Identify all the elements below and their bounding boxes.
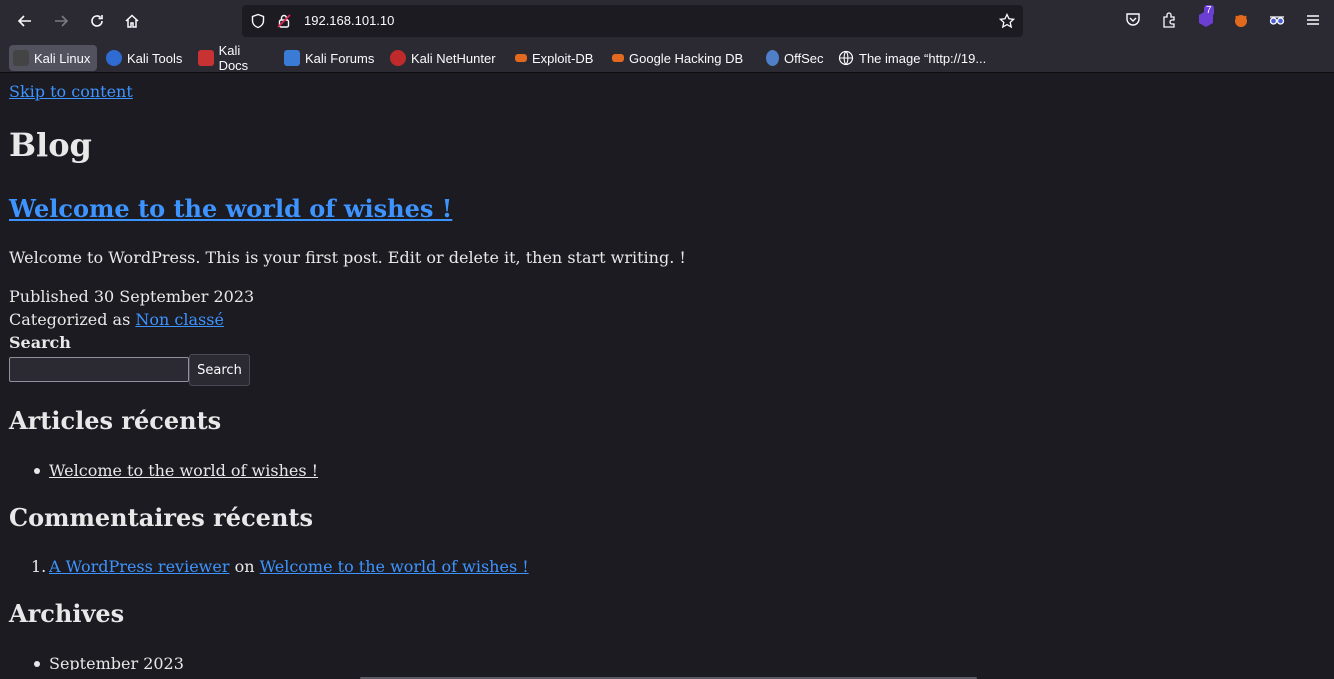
ghdb-icon xyxy=(612,54,624,62)
archives-heading: Archives xyxy=(9,599,125,628)
extension-hexagon-button[interactable]: 7 xyxy=(1196,5,1216,29)
search-label: Search xyxy=(9,333,71,352)
arrow-left-icon xyxy=(17,15,31,27)
shield-icon[interactable] xyxy=(250,13,266,29)
extension-badge: 7 xyxy=(1204,5,1214,16)
archive-link[interactable]: September 2023 xyxy=(49,654,184,670)
forward-button[interactable] xyxy=(46,6,76,36)
skip-to-content-link[interactable]: Skip to content xyxy=(9,82,133,101)
horizontal-scrollbar[interactable] xyxy=(0,670,1334,679)
search-input[interactable] xyxy=(9,357,189,382)
reload-icon xyxy=(91,15,103,27)
url-text[interactable]: 192.168.101.10 xyxy=(304,13,394,28)
menu-icon[interactable] xyxy=(1304,11,1322,29)
post-title-link[interactable]: Welcome to the world of wishes ! xyxy=(9,194,452,223)
recent-comment-item: A WordPress reviewer on Welcome to the w… xyxy=(49,557,529,576)
bookmark-kali-forums[interactable]: Kali Forums xyxy=(280,45,382,71)
insecure-lock-icon[interactable] xyxy=(276,13,292,29)
bookmark-kali-tools[interactable]: Kali Tools xyxy=(102,45,190,71)
bookmark-kali-linux[interactable]: Kali Linux xyxy=(9,45,97,71)
kali-forums-icon xyxy=(284,50,300,66)
star-icon[interactable] xyxy=(999,13,1015,29)
bookmark-label: Kali Tools xyxy=(127,50,183,66)
web-page: Skip to content Blog Welcome to the worl… xyxy=(0,73,1334,670)
bookmark-label: OffSec xyxy=(784,50,824,66)
category-link[interactable]: Non classé xyxy=(135,310,224,329)
search-button[interactable]: Search xyxy=(189,354,250,386)
comment-post-link[interactable]: Welcome to the world of wishes ! xyxy=(260,557,529,576)
bookmark-offsec[interactable]: OffSec xyxy=(762,45,830,71)
globe-icon xyxy=(838,50,854,66)
browser-toolbar: 192.168.101.10 7 xyxy=(0,0,1334,42)
home-button[interactable] xyxy=(117,6,147,36)
site-title: Blog xyxy=(9,126,92,164)
exploit-db-icon xyxy=(515,54,527,62)
kali-docs-icon xyxy=(198,50,214,66)
recent-comments-heading: Commentaires récents xyxy=(9,503,313,532)
foxyproxy-icon[interactable] xyxy=(1232,11,1250,29)
post-excerpt: Welcome to WordPress. This is your first… xyxy=(9,248,686,267)
wappalyzer-icon[interactable] xyxy=(1268,11,1286,29)
bookmark-google-hacking-db[interactable]: Google Hacking DB xyxy=(608,45,758,71)
bookmark-label: Kali Forums xyxy=(305,50,375,66)
url-bar[interactable]: 192.168.101.10 xyxy=(242,5,1023,37)
bookmark-label: The image “http://19... xyxy=(859,50,987,66)
extensions-icon[interactable] xyxy=(1160,11,1178,29)
arrow-right-icon xyxy=(55,15,69,27)
bookmark-kali-nethunter[interactable]: Kali NetHunter xyxy=(386,45,508,71)
kali-nethunter-icon xyxy=(390,50,406,66)
bookmark-image[interactable]: The image “http://19... xyxy=(834,45,1004,71)
list-bullet xyxy=(34,661,40,667)
post-category: Categorized as Non classé xyxy=(9,310,224,329)
post-title: Welcome to the world of wishes ! xyxy=(9,194,452,223)
bookmark-label: Kali Docs xyxy=(218,43,249,73)
post-published-date: Published 30 September 2023 xyxy=(9,287,255,306)
reload-button[interactable] xyxy=(82,6,112,36)
list-bullet xyxy=(34,468,40,474)
bookmark-label: Google Hacking DB xyxy=(629,50,744,66)
categorized-as-label: Categorized as xyxy=(9,310,131,329)
bookmark-label: Exploit-DB xyxy=(532,50,594,66)
list-number: 1. xyxy=(31,557,47,576)
bookmark-kali-docs[interactable]: Kali Docs xyxy=(194,43,276,73)
bookmark-exploit-db[interactable]: Exploit-DB xyxy=(511,45,603,71)
home-icon xyxy=(125,14,139,28)
recent-post-link[interactable]: Welcome to the world of wishes ! xyxy=(49,461,318,480)
pocket-icon[interactable] xyxy=(1124,11,1142,29)
bookmarks-toolbar: Kali Linux Kali Tools Kali Docs Kali For… xyxy=(0,42,1334,73)
comment-on-text: on xyxy=(234,557,255,576)
recent-posts-heading: Articles récents xyxy=(9,406,222,435)
kali-dragon-icon xyxy=(13,50,29,66)
comment-author-link[interactable]: A WordPress reviewer xyxy=(49,557,229,576)
bookmark-label: Kali NetHunter xyxy=(411,50,496,66)
offsec-icon xyxy=(766,50,779,66)
bookmark-label: Kali Linux xyxy=(34,50,91,66)
kali-tools-icon xyxy=(106,50,122,66)
back-button[interactable] xyxy=(10,6,40,36)
